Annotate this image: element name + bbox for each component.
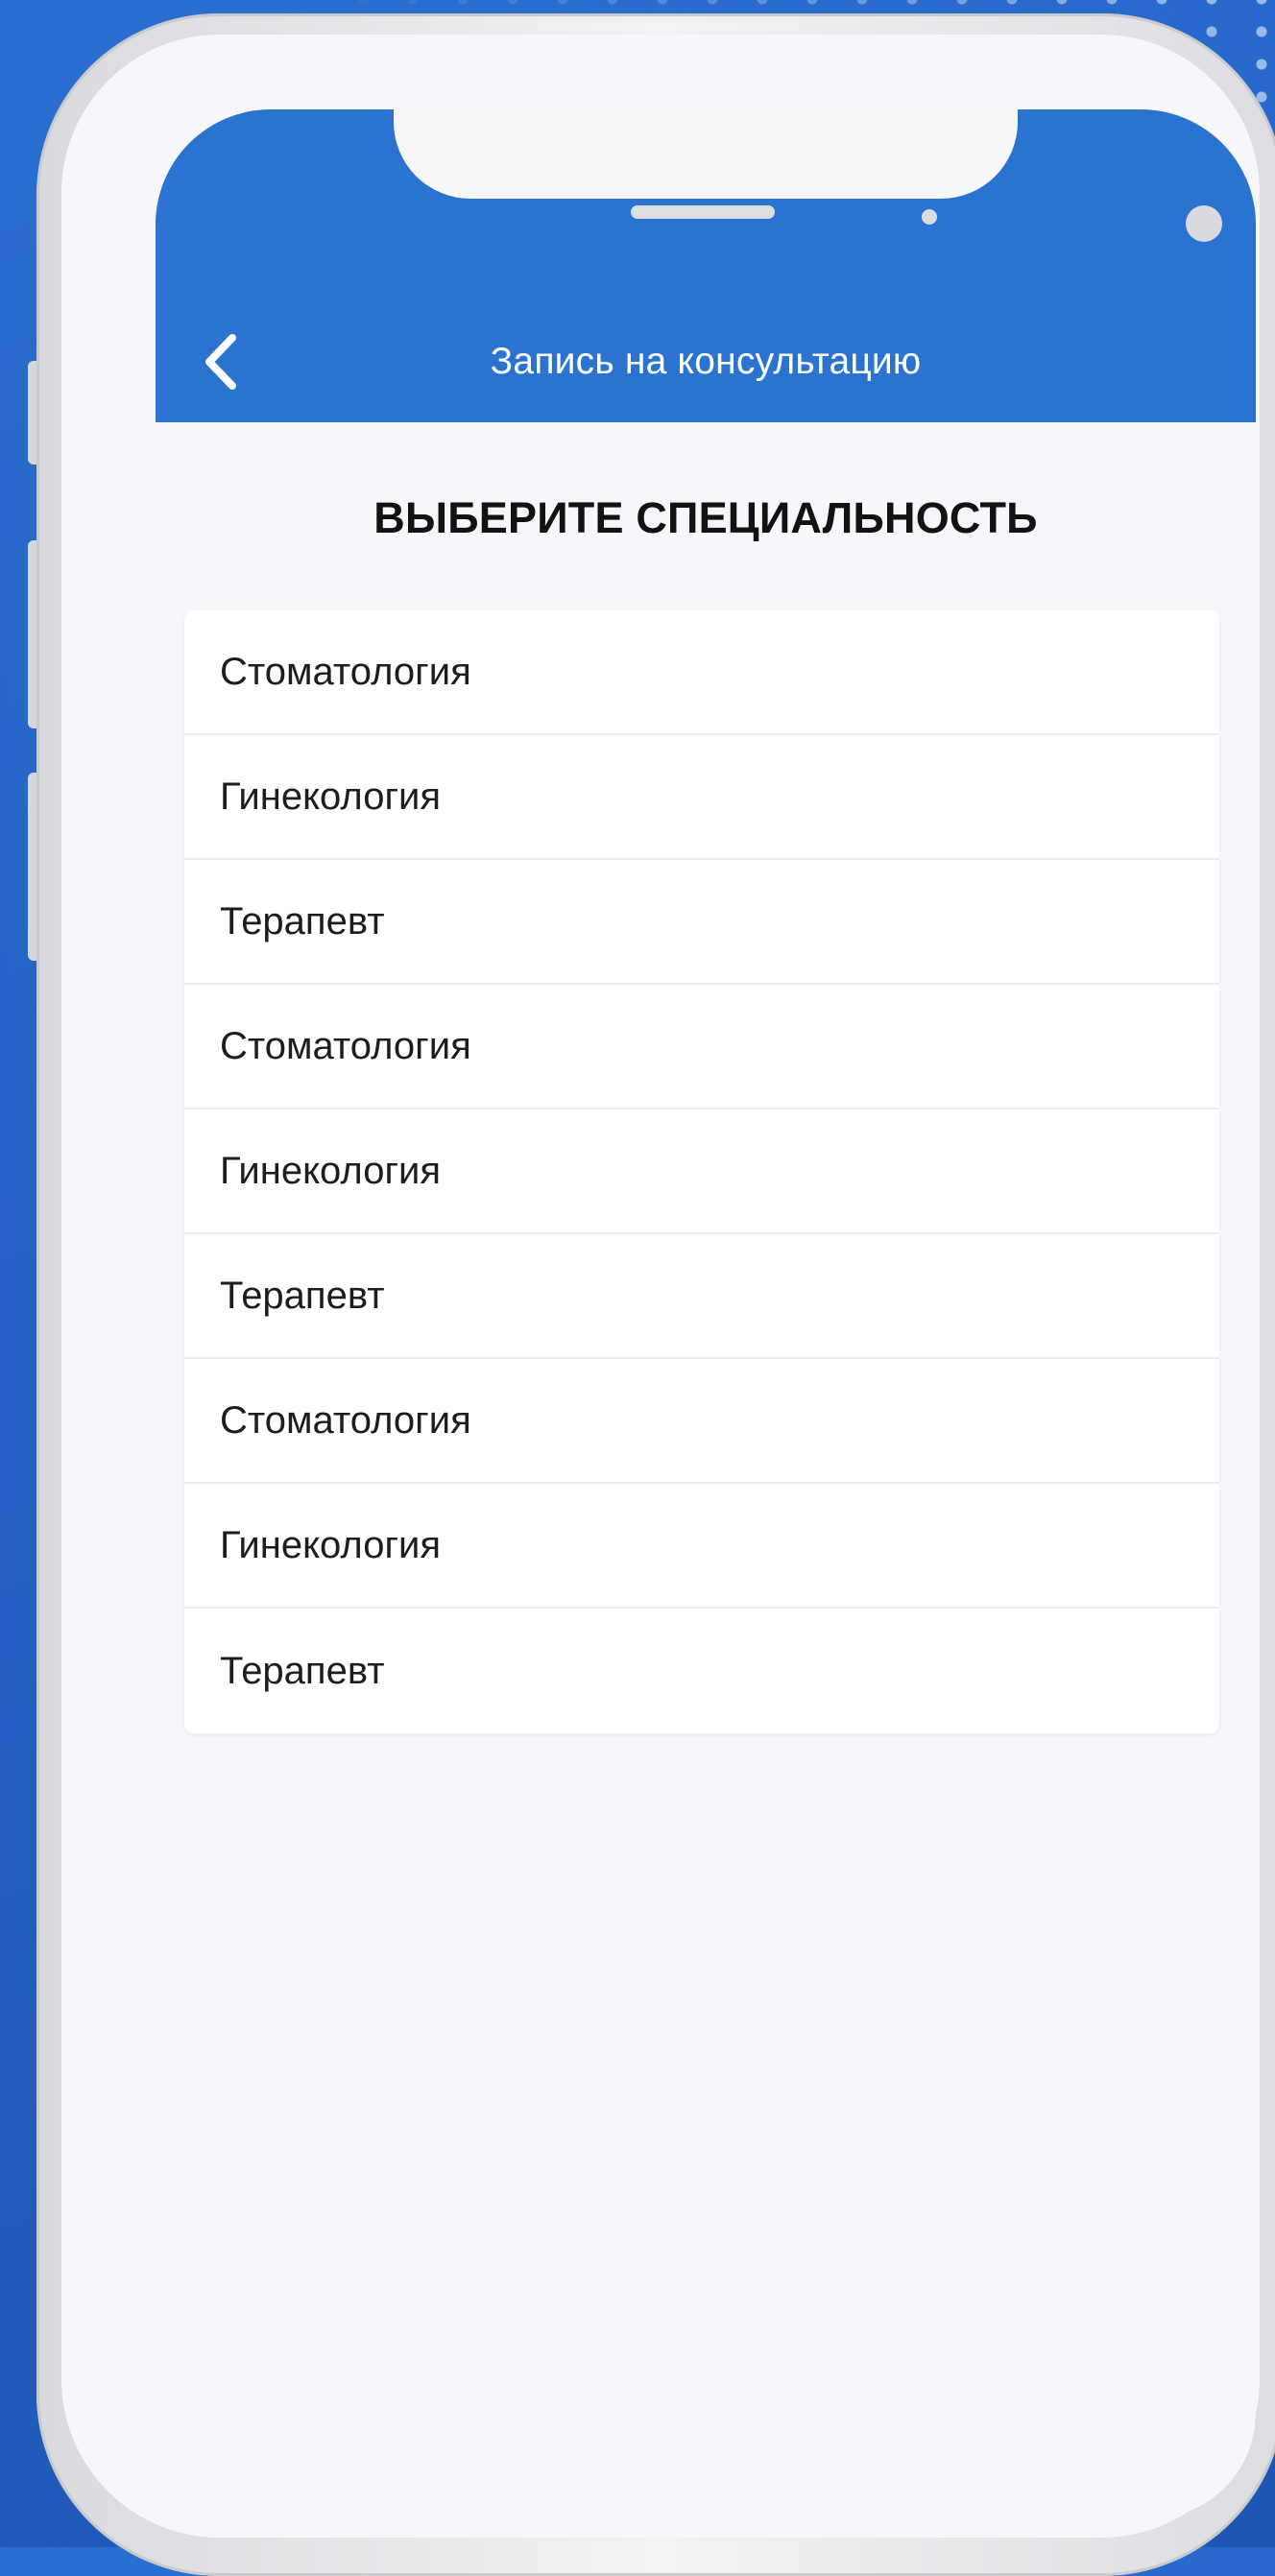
speaker-grille: [631, 205, 775, 219]
specialty-label: Стоматология: [220, 1398, 471, 1442]
specialty-list-item[interactable]: Терапевт: [184, 1234, 1219, 1359]
proximity-sensor: [922, 209, 937, 225]
specialty-list-item[interactable]: Гинекология: [184, 1484, 1219, 1609]
specialty-label: Стоматология: [220, 650, 471, 693]
specialty-list-item[interactable]: Терапевт: [184, 860, 1219, 985]
specialty-label: Терапевт: [220, 1649, 385, 1692]
specialty-label: Гинекология: [220, 1149, 442, 1192]
specialty-list: Стоматология Гинекология Терапевт Стоматоло…: [184, 610, 1219, 1733]
specialty-list-item[interactable]: Терапевт: [184, 1609, 1219, 1733]
specialty-label: Стоматология: [220, 1024, 471, 1067]
specialty-list-item[interactable]: Стоматология: [184, 1359, 1219, 1484]
chevron-left-icon[interactable]: [192, 328, 250, 395]
phone-notch: [394, 109, 1222, 242]
specialty-list-item[interactable]: Гинекология: [184, 735, 1219, 860]
specialty-list-item[interactable]: Стоматология: [184, 985, 1219, 1109]
specialty-list-item[interactable]: Гинекология: [184, 1109, 1219, 1234]
specialty-label: Гинекология: [220, 1523, 442, 1566]
phone-frame: Запись на консультацию ВЫБЕРИТЕ СПЕЦИАЛЬ…: [36, 13, 1275, 2576]
front-camera: [1186, 205, 1222, 242]
specialty-label: Гинекология: [220, 775, 442, 818]
page-title: Запись на консультацию: [490, 341, 922, 382]
specialty-label: Терапевт: [220, 1274, 385, 1317]
specialty-list-item[interactable]: Стоматология: [184, 610, 1219, 735]
section-heading: ВЫБЕРИТЕ СПЕЦИАЛЬНОСТЬ: [373, 493, 1038, 542]
specialty-label: Терапевт: [220, 899, 385, 942]
navigation-bar: Запись на консультацию: [156, 301, 1256, 422]
app-screen: Запись на консультацию ВЫБЕРИТЕ СПЕЦИАЛЬ…: [156, 109, 1256, 2518]
